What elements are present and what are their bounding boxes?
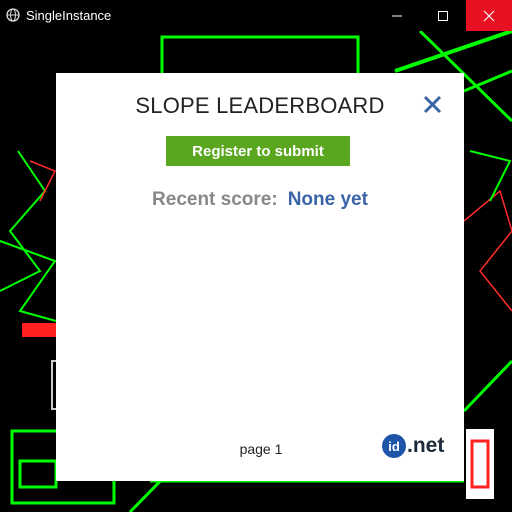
minimize-icon — [392, 15, 402, 16]
maximize-icon — [438, 10, 448, 21]
close-icon — [483, 10, 495, 21]
globe-icon — [6, 8, 20, 22]
close-dialog-button[interactable] — [422, 93, 444, 115]
window-titlebar: SingleInstance — [0, 0, 512, 31]
minimize-button[interactable] — [374, 0, 420, 31]
maximize-button[interactable] — [420, 0, 466, 31]
idnet-logo-mark: id — [382, 434, 406, 458]
recent-score-row: Recent score: None yet — [56, 189, 464, 211]
close-window-button[interactable] — [466, 0, 512, 31]
recent-score-label: Recent score: — [152, 189, 278, 210]
idnet-logo[interactable]: id .net — [382, 433, 444, 459]
register-button[interactable]: Register to submit — [166, 136, 350, 166]
close-icon — [423, 95, 442, 114]
leaderboard-title: SLOPE LEADERBOARD — [135, 93, 385, 118]
recent-score-value: None yet — [287, 189, 368, 210]
window-title: SingleInstance — [26, 8, 112, 23]
leaderboard-dialog: SLOPE LEADERBOARD Register to submit Rec… — [56, 73, 464, 481]
idnet-logo-text: .net — [407, 434, 445, 457]
page-indicator: page 1 — [239, 441, 283, 457]
